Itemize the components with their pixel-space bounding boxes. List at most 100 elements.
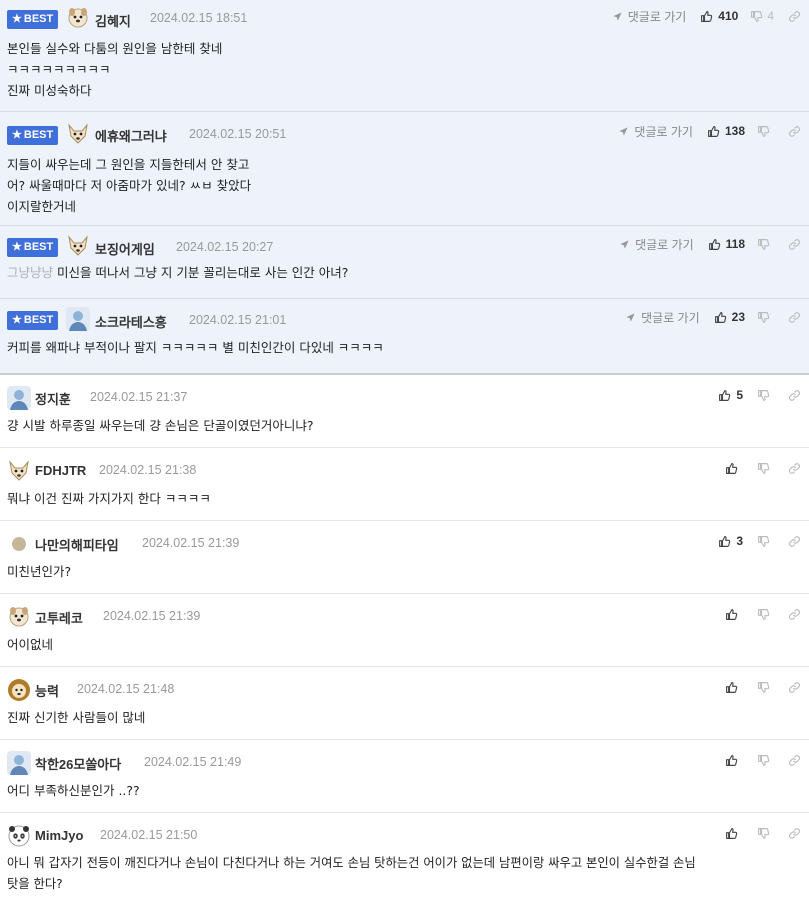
like-button[interactable] — [725, 754, 743, 767]
like-button[interactable] — [725, 681, 743, 694]
goto-comment-link[interactable]: 댓글로 가기 — [619, 236, 694, 253]
avatar[interactable] — [7, 532, 31, 556]
author-nickname[interactable]: 김혜지 — [95, 11, 131, 30]
comment-body: 어이없네 — [7, 637, 54, 652]
best-comment: ★ BEST 에휴왜그러냐 2024.02.15 20:51 댓글로 가기 138… — [0, 112, 809, 226]
link-button[interactable] — [788, 462, 801, 475]
comment: 나만의해피타임 2024.02.15 21:39 3 미친년인가? — [0, 521, 809, 594]
dislike-button[interactable] — [757, 754, 774, 767]
link-button[interactable] — [788, 827, 801, 840]
goto-comment-link[interactable]: 댓글로 가기 — [625, 309, 700, 326]
link-button[interactable] — [788, 535, 801, 548]
thumbs-down-icon — [750, 10, 763, 23]
like-button[interactable]: 118 — [708, 237, 745, 251]
author-nickname[interactable]: 고투레코 — [35, 608, 83, 627]
like-button[interactable]: 5 — [718, 388, 743, 402]
avatar[interactable] — [66, 234, 90, 258]
dislike-button[interactable]: 4 — [750, 9, 774, 23]
like-count: 118 — [725, 237, 745, 251]
star-icon: ★ — [12, 13, 22, 25]
comment-body: 본인들 실수와 다툼의 원인을 남한테 찾네 ㅋㅋㅋㅋㅋㅋㅋㅋㅋ 진짜 미성숙하… — [7, 41, 223, 98]
star-icon: ★ — [12, 314, 22, 326]
thumbs-up-icon — [725, 462, 738, 475]
thumbs-up-icon — [714, 311, 727, 324]
avatar[interactable] — [66, 122, 90, 146]
thumbs-down-icon — [757, 681, 770, 694]
link-button[interactable] — [788, 389, 801, 402]
link-icon — [788, 681, 801, 694]
avatar[interactable] — [66, 6, 90, 30]
arrow-pointer-icon — [625, 312, 636, 323]
dislike-button[interactable] — [757, 608, 774, 621]
star-icon: ★ — [12, 241, 22, 253]
dislike-button[interactable] — [757, 311, 774, 324]
avatar[interactable] — [7, 751, 31, 775]
thumbs-up-icon — [700, 10, 713, 23]
best-comment: ★ BEST 보징어게임 2024.02.15 20:27 댓글로 가기 118 … — [0, 226, 809, 299]
thumbs-up-icon — [725, 827, 738, 840]
link-icon — [788, 238, 801, 251]
link-icon — [788, 10, 801, 23]
dislike-button[interactable] — [757, 462, 774, 475]
author-nickname[interactable]: 착한26모쏠아다 — [35, 754, 121, 773]
avatar[interactable] — [7, 605, 31, 629]
goto-comment-link[interactable]: 댓글로 가기 — [612, 8, 686, 25]
thumbs-up-icon — [718, 535, 731, 548]
avatar[interactable] — [7, 459, 31, 483]
comment: 능력 2024.02.15 21:48 진짜 신기한 사람들이 많네 — [0, 667, 809, 740]
best-badge: ★ BEST — [7, 311, 59, 330]
link-button[interactable] — [788, 125, 801, 138]
like-button[interactable]: 138 — [707, 124, 745, 138]
arrow-pointer-icon — [619, 239, 630, 250]
author-nickname[interactable]: 정지훈 — [35, 389, 71, 408]
arrow-pointer-icon — [612, 11, 623, 22]
author-nickname[interactable]: MimJyo — [35, 828, 83, 843]
best-badge: ★ BEST — [7, 238, 59, 257]
goto-comment-link[interactable]: 댓글로 가기 — [618, 123, 693, 140]
thumbs-up-icon — [725, 681, 738, 694]
arrow-pointer-icon — [618, 126, 629, 137]
link-icon — [788, 462, 801, 475]
thumbs-up-icon — [707, 125, 720, 138]
dislike-button[interactable] — [757, 238, 774, 251]
link-button[interactable] — [788, 238, 801, 251]
like-count: 410 — [718, 9, 739, 23]
comment: FDHJTR 2024.02.15 21:38 뭐냐 이건 진짜 가지가지 한다… — [0, 448, 809, 521]
author-nickname[interactable]: 나만의해피타임 — [35, 535, 119, 554]
comment-body: 걍 시발 하루종일 싸우는데 걍 손님은 단골이였던거아니냐? — [7, 418, 314, 433]
author-nickname[interactable]: FDHJTR — [35, 463, 86, 478]
thumbs-down-icon — [757, 125, 770, 138]
link-button[interactable] — [788, 608, 801, 621]
dislike-button[interactable] — [757, 125, 774, 138]
dislike-button[interactable] — [757, 389, 774, 402]
like-button[interactable] — [725, 462, 743, 475]
link-button[interactable] — [788, 311, 801, 324]
author-nickname[interactable]: 에휴왜그러냐 — [95, 126, 167, 145]
avatar[interactable] — [66, 307, 90, 331]
thumbs-down-icon — [757, 238, 770, 251]
avatar[interactable] — [7, 678, 31, 702]
like-button[interactable]: 410 — [700, 9, 738, 23]
author-nickname[interactable]: 능력 — [35, 681, 59, 700]
avatar[interactable] — [7, 824, 31, 848]
like-button[interactable]: 23 — [714, 310, 745, 324]
thumbs-up-icon — [708, 238, 721, 251]
like-button[interactable] — [725, 827, 743, 840]
comment-time: 2024.02.15 20:51 — [189, 127, 287, 141]
thumbs-down-icon — [757, 754, 770, 767]
star-icon: ★ — [12, 129, 22, 141]
author-nickname[interactable]: 보징어게임 — [95, 239, 155, 258]
link-button[interactable] — [788, 681, 801, 694]
avatar[interactable] — [7, 386, 31, 410]
comment-time: 2024.02.15 20:27 — [176, 240, 274, 254]
like-button[interactable] — [725, 608, 743, 621]
link-button[interactable] — [788, 754, 801, 767]
dislike-button[interactable] — [757, 535, 774, 548]
link-icon — [788, 125, 801, 138]
link-button[interactable] — [788, 10, 801, 23]
like-button[interactable]: 3 — [718, 534, 743, 548]
dislike-button[interactable] — [757, 827, 774, 840]
author-nickname[interactable]: 소크라테스흥 — [95, 312, 167, 331]
dislike-button[interactable] — [757, 681, 774, 694]
best-badge: ★ BEST — [7, 10, 59, 29]
